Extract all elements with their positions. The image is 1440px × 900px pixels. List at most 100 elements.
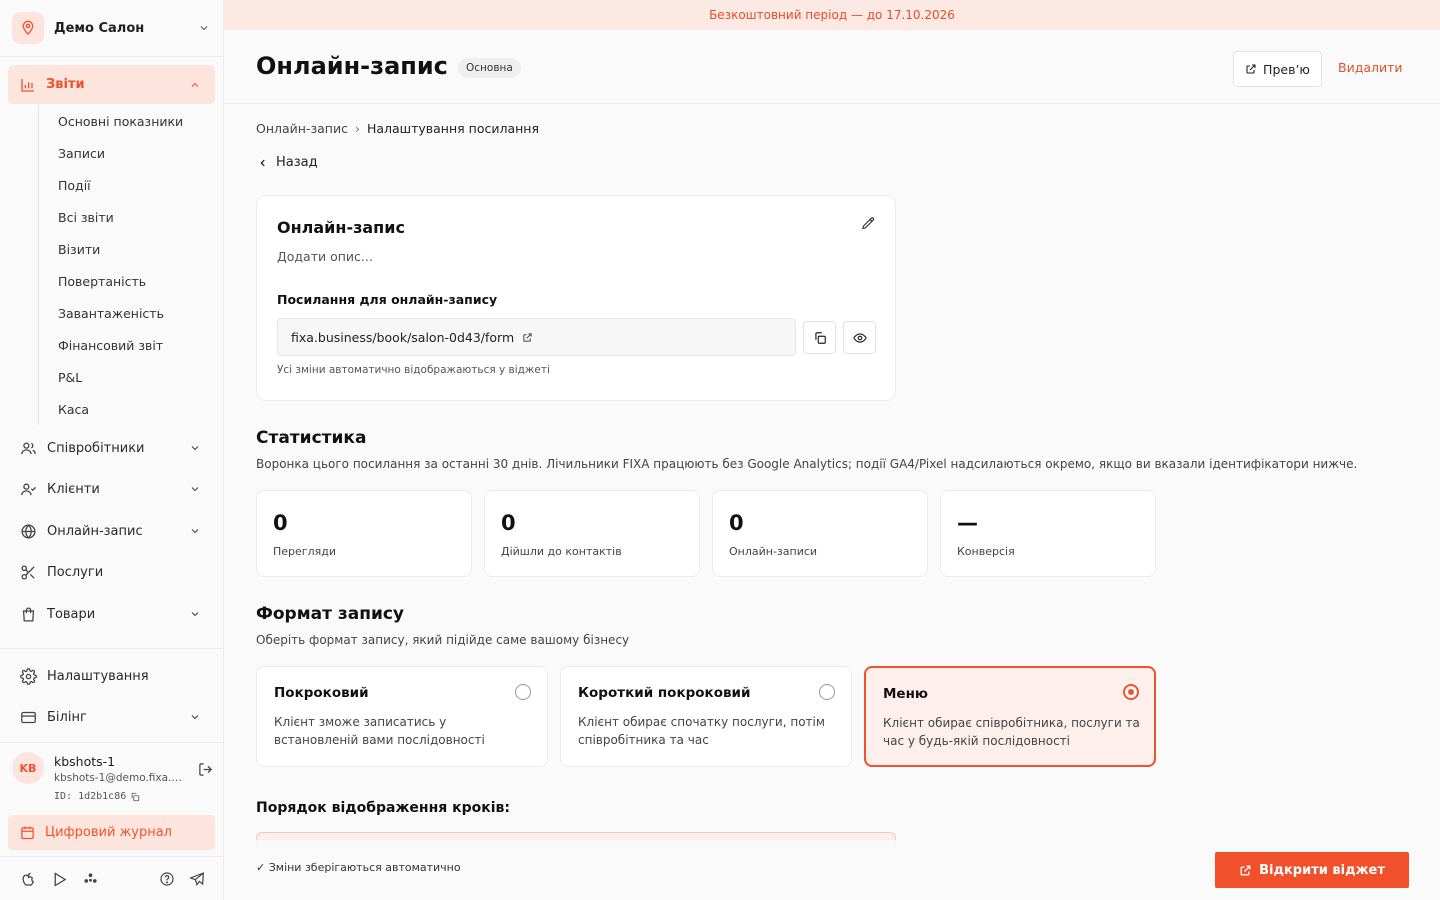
format-option-step-by-step[interactable]: Покроковий Клієнт зможе записатись у вст…: [256, 666, 548, 767]
app-links: [20, 869, 205, 889]
booking-url: fixa.business/book/salon-0d43/form: [291, 329, 515, 345]
user-email: kbshots-1@demo.fixa.b...: [54, 772, 186, 784]
salon-switcher[interactable]: Демо Салон: [12, 10, 212, 46]
user-id-row: ID: 1d2b1c86: [54, 791, 140, 802]
link-hint: Усі зміни автоматично відображаються у в…: [277, 364, 550, 376]
stat-value: 0: [729, 511, 744, 535]
stat-card-contacts: 0 Дійшли до контактів: [484, 490, 700, 577]
sidebar-item-label: Співробітники: [47, 440, 145, 456]
back-link[interactable]: Назад: [258, 155, 318, 170]
chevron-down-icon: [189, 525, 201, 537]
subnav-item[interactable]: Фінансовий звіт: [39, 329, 218, 361]
radio-button[interactable]: [515, 684, 531, 700]
stats-title: Статистика: [256, 428, 367, 448]
view-link-button[interactable]: [843, 321, 876, 354]
sidebar-item-services[interactable]: Послуги: [8, 554, 215, 590]
subnav-item[interactable]: Завантаженість: [39, 297, 218, 329]
stat-label: Онлайн-записи: [729, 545, 818, 558]
card-title: Онлайн-запис: [277, 218, 405, 237]
subnav-item[interactable]: Події: [39, 169, 218, 201]
sidebar-item-label: Клієнти: [47, 481, 100, 497]
delete-button[interactable]: Видалити: [1338, 60, 1403, 75]
trial-banner: Безкоштовний період — до 17.10.2026: [224, 0, 1440, 30]
format-option-menu[interactable]: Меню Клієнт обирає співробітника, послуг…: [864, 666, 1156, 767]
open-widget-button[interactable]: Відкрити віджет: [1215, 852, 1409, 888]
stat-label: Перегляди: [273, 545, 336, 558]
help-icon[interactable]: [159, 871, 175, 887]
credit-card-icon: [20, 709, 37, 726]
divider: [0, 742, 223, 743]
sidebar-item-clients[interactable]: Клієнти: [8, 471, 215, 507]
sidebar-item-products[interactable]: Товари: [8, 596, 215, 632]
page-header: Онлайн-запис Основна Прев’ю Видалити: [224, 30, 1440, 104]
gear-icon: [20, 667, 37, 685]
subnav-item[interactable]: Основні показники: [39, 105, 218, 137]
sidebar-item-employees[interactable]: Співробітники: [8, 430, 215, 466]
chevron-down-icon: [189, 483, 201, 495]
stat-value: —: [957, 511, 978, 535]
subnav-item[interactable]: Каса: [39, 393, 218, 425]
digital-journal-button[interactable]: Цифровий журнал: [8, 815, 215, 850]
copy-icon[interactable]: [130, 792, 140, 802]
radio-button-selected[interactable]: [1123, 684, 1139, 700]
sidebar-item-label: Налаштування: [47, 668, 149, 684]
breadcrumb-current: Налаштування посилання: [366, 121, 539, 136]
telegram-icon[interactable]: [189, 871, 205, 887]
user-check-icon: [20, 481, 37, 498]
preview-label: Прев’ю: [1263, 61, 1310, 77]
bar-chart-icon: [20, 77, 36, 93]
chevron-down-icon: [189, 608, 201, 620]
steps-order-title: Порядок відображення кроків:: [256, 800, 511, 816]
subnav-item[interactable]: Візити: [39, 233, 218, 265]
stat-card-bookings: 0 Онлайн-записи: [712, 490, 928, 577]
pencil-icon[interactable]: [861, 216, 876, 231]
back-label: Назад: [276, 155, 318, 170]
community-icon[interactable]: [82, 871, 99, 888]
sidebar-item-reports[interactable]: Звіти: [8, 65, 215, 104]
chevron-up-icon: [189, 79, 201, 91]
user-id: ID: 1d2b1c86: [54, 791, 127, 802]
format-option-title: Покроковий: [274, 685, 369, 701]
sidebar-item-settings[interactable]: Налаштування: [8, 658, 215, 694]
logout-icon[interactable]: [198, 762, 213, 777]
trial-banner-text: Безкоштовний період — до 17.10.2026: [709, 8, 955, 22]
booking-link-card: Онлайн-запис Додати опис... Посилання дл…: [256, 195, 896, 401]
breadcrumb-parent[interactable]: Онлайн-запис: [256, 121, 348, 136]
sidebar-item-label: Звіти: [46, 77, 85, 92]
open-widget-label: Відкрити віджет: [1259, 862, 1385, 878]
footer-bar: ✓ Зміни зберігаються автоматично Відкрит…: [224, 840, 1440, 900]
copy-link-button[interactable]: [803, 321, 836, 354]
subnav-item[interactable]: Всі звіти: [39, 201, 218, 233]
sidebar: Демо Салон Звіти Основні показники Запис…: [0, 0, 224, 900]
stat-card-conversion: — Конверсія: [940, 490, 1156, 577]
radio-button[interactable]: [819, 684, 835, 700]
preview-button[interactable]: Прев’ю: [1233, 51, 1322, 87]
divider: [0, 648, 223, 649]
booking-url-field[interactable]: fixa.business/book/salon-0d43/form: [277, 318, 796, 356]
external-link-icon: [1245, 63, 1257, 75]
reports-subnav: Основні показники Записи Події Всі звіти…: [38, 105, 218, 425]
external-link-icon[interactable]: [522, 332, 533, 343]
status-badge: Основна: [458, 58, 521, 78]
chevron-down-icon: [189, 442, 201, 454]
subnav-item[interactable]: Повертаність: [39, 265, 218, 297]
autosave-status: ✓ Зміни зберігаються автоматично: [256, 861, 461, 874]
subnav-item[interactable]: Записи: [39, 137, 218, 169]
format-option-short-step[interactable]: Короткий покроковий Клієнт обирає спочат…: [560, 666, 852, 767]
sidebar-item-billing[interactable]: Білінг: [8, 699, 215, 735]
sidebar-item-online-booking[interactable]: Онлайн-запис: [8, 513, 215, 549]
subnav-item[interactable]: P&L: [39, 361, 218, 393]
format-subtitle: Оберіть формат запису, який підійде саме…: [256, 633, 630, 647]
sidebar-item-label: Послуги: [47, 564, 104, 580]
stat-label: Конверсія: [957, 545, 1015, 558]
format-option-desc: Клієнт зможе записатись у встановленій в…: [274, 715, 485, 747]
play-store-icon[interactable]: [51, 871, 68, 888]
scissors-icon: [20, 564, 37, 581]
description-field[interactable]: Додати опис...: [277, 249, 373, 264]
calendar-icon: [20, 825, 35, 840]
breadcrumb: Онлайн-запис › Налаштування посилання: [256, 121, 539, 136]
apple-icon[interactable]: [20, 871, 37, 888]
shopping-bag-icon: [20, 606, 37, 623]
external-link-icon: [1239, 864, 1252, 877]
stats-subtitle: Воронка цього посилання за останні 30 дн…: [256, 457, 1358, 471]
